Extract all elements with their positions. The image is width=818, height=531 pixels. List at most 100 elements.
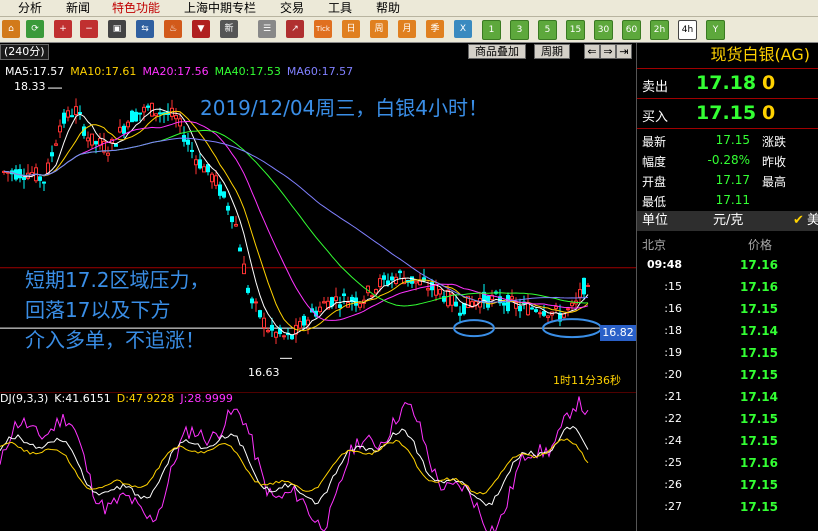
tick-icon[interactable]: Tick <box>314 20 332 38</box>
quote-latest-label: 最新 <box>642 135 667 149</box>
day-icon[interactable]: 日 <box>342 20 360 38</box>
candlestick <box>578 282 582 304</box>
candlestick <box>346 296 350 308</box>
tick-time: :16 <box>664 302 682 315</box>
quote-high-label: 最高 <box>762 175 787 189</box>
kdj-j-line <box>0 396 589 531</box>
quote-low-value: 17.11 <box>715 193 750 207</box>
flame-icon[interactable]: ♨ <box>164 20 182 38</box>
home-icon[interactable]: ⌂ <box>2 20 20 38</box>
quote-range-label: 幅度 <box>642 155 667 169</box>
menu-trade[interactable]: 交易 <box>280 0 304 16</box>
tick-time: :15 <box>664 280 682 293</box>
candlestick <box>246 285 250 295</box>
week-icon[interactable]: 周 <box>370 20 388 38</box>
filter-icon[interactable]: ▼ <box>192 20 210 38</box>
candlestick <box>78 105 82 120</box>
candlestick <box>90 133 94 149</box>
scroll-right-button[interactable]: ⇒ <box>600 44 616 59</box>
zoom-in-icon[interactable]: + <box>54 20 72 38</box>
refresh-icon[interactable]: ⟳ <box>26 20 44 38</box>
candlestick <box>398 269 402 280</box>
candlestick <box>278 324 282 337</box>
period-3-button[interactable]: 3 <box>510 20 529 40</box>
season-icon[interactable]: 季 <box>426 20 444 38</box>
tick-price: 17.15 <box>740 412 778 426</box>
candlestick <box>318 301 322 314</box>
candlestick <box>550 311 554 321</box>
candlestick <box>38 175 42 188</box>
overlay-button[interactable]: 商品叠加 <box>468 44 526 59</box>
candlestick <box>122 123 126 139</box>
period-year-button[interactable]: Y <box>706 20 725 40</box>
quote-change-label: 涨跌 <box>762 135 787 149</box>
menu-features[interactable]: 特色功能 <box>112 0 160 16</box>
new-icon[interactable]: 新 <box>220 20 238 38</box>
menu-tools[interactable]: 工具 <box>328 0 352 16</box>
tick-price: 17.15 <box>740 434 778 448</box>
candlestick <box>510 289 514 302</box>
tick-time: 09:48 <box>646 258 682 271</box>
note-line-2: 回落17以及下方 <box>25 298 171 322</box>
countdown-timer: 1时11分36秒 <box>553 374 621 387</box>
candlestick <box>586 282 590 287</box>
tick-price: 17.14 <box>740 390 778 404</box>
candlestick <box>126 119 130 130</box>
menu-help[interactable]: 帮助 <box>376 0 400 16</box>
candlestick <box>262 312 266 337</box>
scroll-end-button[interactable]: ⇥ <box>616 44 632 59</box>
period-15-button[interactable]: 15 <box>566 20 585 40</box>
kdj-k-line <box>0 425 589 507</box>
tick-time: :25 <box>664 456 682 469</box>
high-label: 18.33 <box>14 80 46 93</box>
divider <box>637 98 818 99</box>
kdj-indicator-chart[interactable] <box>0 392 636 531</box>
candlestick <box>150 102 154 117</box>
unit-label: 单位 <box>642 213 669 228</box>
candlestick <box>274 331 278 345</box>
tick-time: :26 <box>664 478 682 491</box>
scroll-left-button[interactable]: ⇐ <box>584 44 600 59</box>
menu-news[interactable]: 新闻 <box>66 0 90 16</box>
x-icon[interactable]: X <box>454 20 472 38</box>
quote-open-value: 17.17 <box>715 173 750 187</box>
candlestick <box>118 119 122 134</box>
navigate-icon[interactable]: ⇆ <box>136 20 154 38</box>
period-2h-button[interactable]: 2h <box>650 20 669 40</box>
menu-analysis[interactable]: 分析 <box>18 0 42 16</box>
layout-icon[interactable]: ▣ <box>108 20 126 38</box>
quote-low-label: 最低 <box>642 195 667 209</box>
quote-prevclose-label: 昨收 <box>762 155 787 169</box>
sell-price[interactable]: 17.18 <box>696 72 756 94</box>
period-60-button[interactable]: 60 <box>622 20 641 40</box>
menu-shanghai-column[interactable]: 上海中期专栏 <box>184 0 256 16</box>
tick-time: :24 <box>664 434 682 447</box>
toolbar: ⌂ ⟳ + − ▣ ⇆ ♨ ▼ 新 ☰ ↗ Tick 日 周 月 季 X 1 3… <box>0 17 818 43</box>
candlestick <box>34 163 38 183</box>
candlestick <box>314 306 318 320</box>
candlestick <box>302 314 306 328</box>
cycle-button[interactable]: 周期 <box>534 44 570 59</box>
zoom-out-icon[interactable]: − <box>80 20 98 38</box>
candlestick <box>66 106 70 122</box>
tick-price: 17.14 <box>740 324 778 338</box>
candlestick <box>110 137 114 151</box>
sell-label: 卖出 <box>642 80 669 95</box>
candlestick <box>350 294 354 311</box>
chart-icon[interactable]: ↗ <box>286 20 304 38</box>
buy-price[interactable]: 17.15 <box>696 102 756 124</box>
candlestick <box>22 168 26 189</box>
table-icon[interactable]: ☰ <box>258 20 276 38</box>
period-1-button[interactable]: 1 <box>482 20 501 40</box>
tick-price: 17.15 <box>740 478 778 492</box>
candlestick <box>58 119 62 139</box>
candlestick <box>450 291 454 313</box>
period-4h-button[interactable]: 4h <box>678 20 697 40</box>
candlestick <box>170 99 174 121</box>
tick-time: :20 <box>664 368 682 381</box>
period-30-button[interactable]: 30 <box>594 20 613 40</box>
period-5-button[interactable]: 5 <box>538 20 557 40</box>
unit-extra: 美 <box>807 213 818 228</box>
candlestick <box>338 296 342 317</box>
month-icon[interactable]: 月 <box>398 20 416 38</box>
